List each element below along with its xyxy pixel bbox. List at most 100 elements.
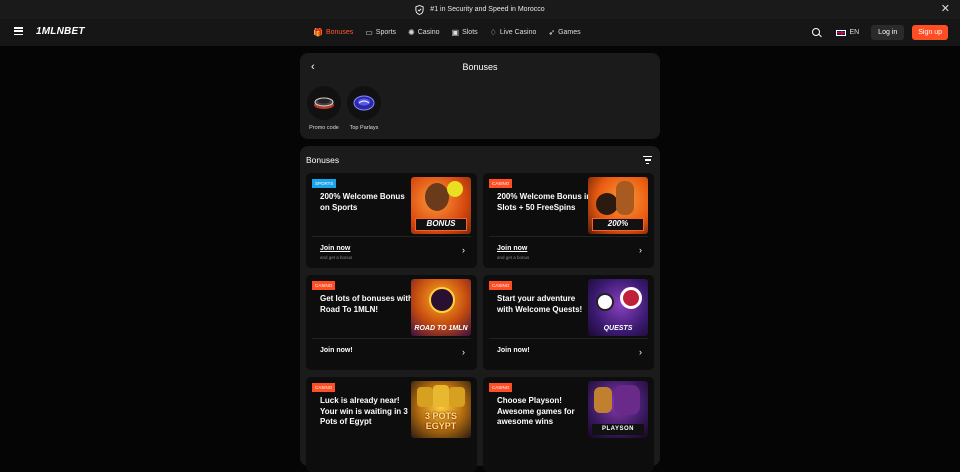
chevron-right-icon[interactable]: ›	[462, 245, 465, 255]
bonus-image: BONUS	[411, 177, 471, 234]
bonus-title: Get lots of bonuses with Road To 1MLN!	[320, 294, 413, 314]
section-title: Bonuses	[306, 155, 340, 165]
main-header: 1MLNBET 🎁 Bonuses ▭ Sports ✺ Casino ▣ Slots …	[0, 19, 960, 46]
announcement-bar: #1 in Security and Speed in Morocco ✕	[0, 0, 960, 19]
slot-machine-graphic	[596, 193, 618, 215]
bonus-card-3-pots-egypt[interactable]: CASINO Luck is already near! Your win is…	[306, 377, 477, 472]
bonus-title: 200% Welcome Bonus on Sports	[320, 192, 405, 212]
football-graphic	[596, 293, 614, 311]
bonus-card-road-to-1mln[interactable]: CASINO Get lots of bonuses with Road To …	[306, 275, 477, 370]
category-tag: CASINO	[489, 179, 513, 188]
character-graphic	[616, 181, 634, 215]
divider	[312, 338, 471, 339]
bonus-card-welcome-quests[interactable]: CASINO Start your adventure with Welcome…	[483, 275, 654, 370]
pot-graphic	[433, 385, 449, 407]
signup-button[interactable]: Sign up	[912, 25, 948, 40]
nav-item-slots[interactable]: ▣ Slots	[452, 28, 478, 37]
nav-label: Slots	[462, 29, 478, 36]
category-tag: CASINO	[312, 281, 336, 290]
slots-icon: ▣	[451, 28, 460, 37]
chevron-right-icon[interactable]: ›	[639, 245, 642, 255]
bonus-image: QUESTS	[588, 279, 648, 336]
chevron-right-icon[interactable]: ›	[462, 347, 465, 357]
quick-link-label: Top Parlays	[349, 125, 379, 131]
menu-icon[interactable]	[14, 27, 23, 35]
category-tag: CASINO	[489, 383, 513, 392]
chevron-right-icon[interactable]: ›	[639, 347, 642, 357]
bonus-title: Start your adventure with Welcome Quests…	[497, 294, 583, 314]
image-label: 3 POTS EGYPT	[424, 411, 457, 431]
bonus-image: PLAYSON	[588, 381, 648, 438]
nav-label: Sports	[375, 29, 397, 36]
quick-link-top-parlays[interactable]: Top Parlays	[344, 86, 384, 131]
bonus-title: Luck is already near! Your win is waitin…	[320, 396, 408, 426]
nav-item-bonuses[interactable]: 🎁 Bonuses	[313, 28, 353, 37]
live-icon: ♢	[489, 28, 497, 37]
nav-label: Bonuses	[325, 29, 354, 36]
close-icon[interactable]: ✕	[941, 3, 950, 16]
divider	[489, 236, 648, 237]
action-subtext: and get a bonus	[320, 255, 353, 260]
uk-flag-icon	[836, 29, 847, 36]
divider	[312, 236, 471, 237]
join-now-link[interactable]: Join now	[497, 245, 527, 252]
image-label: QUESTS	[603, 325, 633, 332]
bonus-title: 200% Welcome Bonus in Slots + 50 FreeSpi…	[497, 192, 592, 212]
site-logo[interactable]: 1MLNBET	[36, 26, 85, 37]
chip-icon: ✺	[408, 28, 415, 37]
target-graphic	[620, 287, 642, 309]
category-tag: CASINO	[489, 281, 513, 290]
bonus-card-sports-welcome[interactable]: SPORTS 200% Welcome Bonus on Sports BONU…	[306, 173, 477, 268]
join-now-link[interactable]: Join now!	[320, 347, 353, 354]
pot-graphic	[449, 387, 465, 407]
character-graphic	[594, 387, 612, 413]
rocket-icon: ➶	[548, 28, 556, 37]
gift-icon: 🎁	[313, 28, 323, 37]
nav-item-casino[interactable]: ✺ Casino	[408, 28, 440, 37]
nav-label: Games	[558, 29, 581, 36]
nav-item-live-casino[interactable]: ♢ Live Casino	[490, 28, 537, 37]
bonus-image: 3 POTS EGYPT	[411, 381, 471, 438]
image-label: 200%	[592, 218, 644, 231]
language-label: EN	[849, 29, 860, 36]
wheel-graphic	[429, 287, 455, 313]
action-subtext: and get a bonus	[497, 255, 530, 260]
header-actions: EN Log in Sign up	[812, 19, 948, 46]
join-now-link[interactable]: Join now	[320, 245, 350, 252]
quick-link-label: Promo code	[309, 125, 339, 131]
bonuses-list-panel: Bonuses SPORTS 200% Welcome Bonus on Spo…	[300, 146, 660, 472]
bonuses-header-panel: ‹ Bonuses Promo code Top Parlays	[300, 53, 660, 139]
announcement-text: #1 in Security and Speed in Morocco	[430, 6, 545, 13]
main-nav: 🎁 Bonuses ▭ Sports ✺ Casino ▣ Slots ♢ Live Ca…	[313, 19, 581, 46]
join-now-link[interactable]: Join now!	[497, 347, 530, 354]
character-graphic	[614, 385, 640, 415]
nav-item-sports[interactable]: ▭ Sports	[365, 28, 396, 37]
category-tag: SPORTS	[312, 179, 337, 188]
nav-label: Casino	[417, 29, 440, 36]
language-selector[interactable]: EN	[836, 29, 859, 36]
shield-icon	[415, 4, 424, 15]
filter-icon[interactable]	[643, 156, 652, 164]
nav-label: Live Casino	[499, 29, 537, 36]
login-button[interactable]: Log in	[871, 25, 905, 40]
ticket-icon: ▭	[365, 28, 373, 37]
image-label: BONUS	[415, 218, 467, 231]
search-icon[interactable]	[812, 27, 822, 38]
bonus-card-playson[interactable]: CASINO Choose Playson! Awesome games for…	[483, 377, 654, 472]
bonus-card-slots-welcome[interactable]: CASINO 200% Welcome Bonus in Slots + 50 …	[483, 173, 654, 268]
bonus-image: 200%	[588, 177, 648, 234]
pot-graphic	[417, 387, 433, 407]
image-label: PLAYSON	[592, 424, 644, 435]
page-title: Bonuses	[462, 62, 498, 72]
image-label: ROAD TO 1MLN	[414, 325, 468, 332]
promo-code-icon	[307, 86, 341, 120]
percent-graphic	[447, 181, 463, 197]
top-parlays-icon	[347, 86, 381, 120]
category-tag: CASINO	[312, 383, 336, 392]
bonus-image: ROAD TO 1MLN	[411, 279, 471, 336]
divider	[489, 338, 648, 339]
character-graphic	[425, 183, 449, 211]
bonus-title: Choose Playson! Awesome games for awesom…	[497, 396, 575, 426]
nav-item-games[interactable]: ➶ Games	[548, 28, 580, 37]
quick-link-promo-code[interactable]: Promo code	[304, 86, 344, 131]
